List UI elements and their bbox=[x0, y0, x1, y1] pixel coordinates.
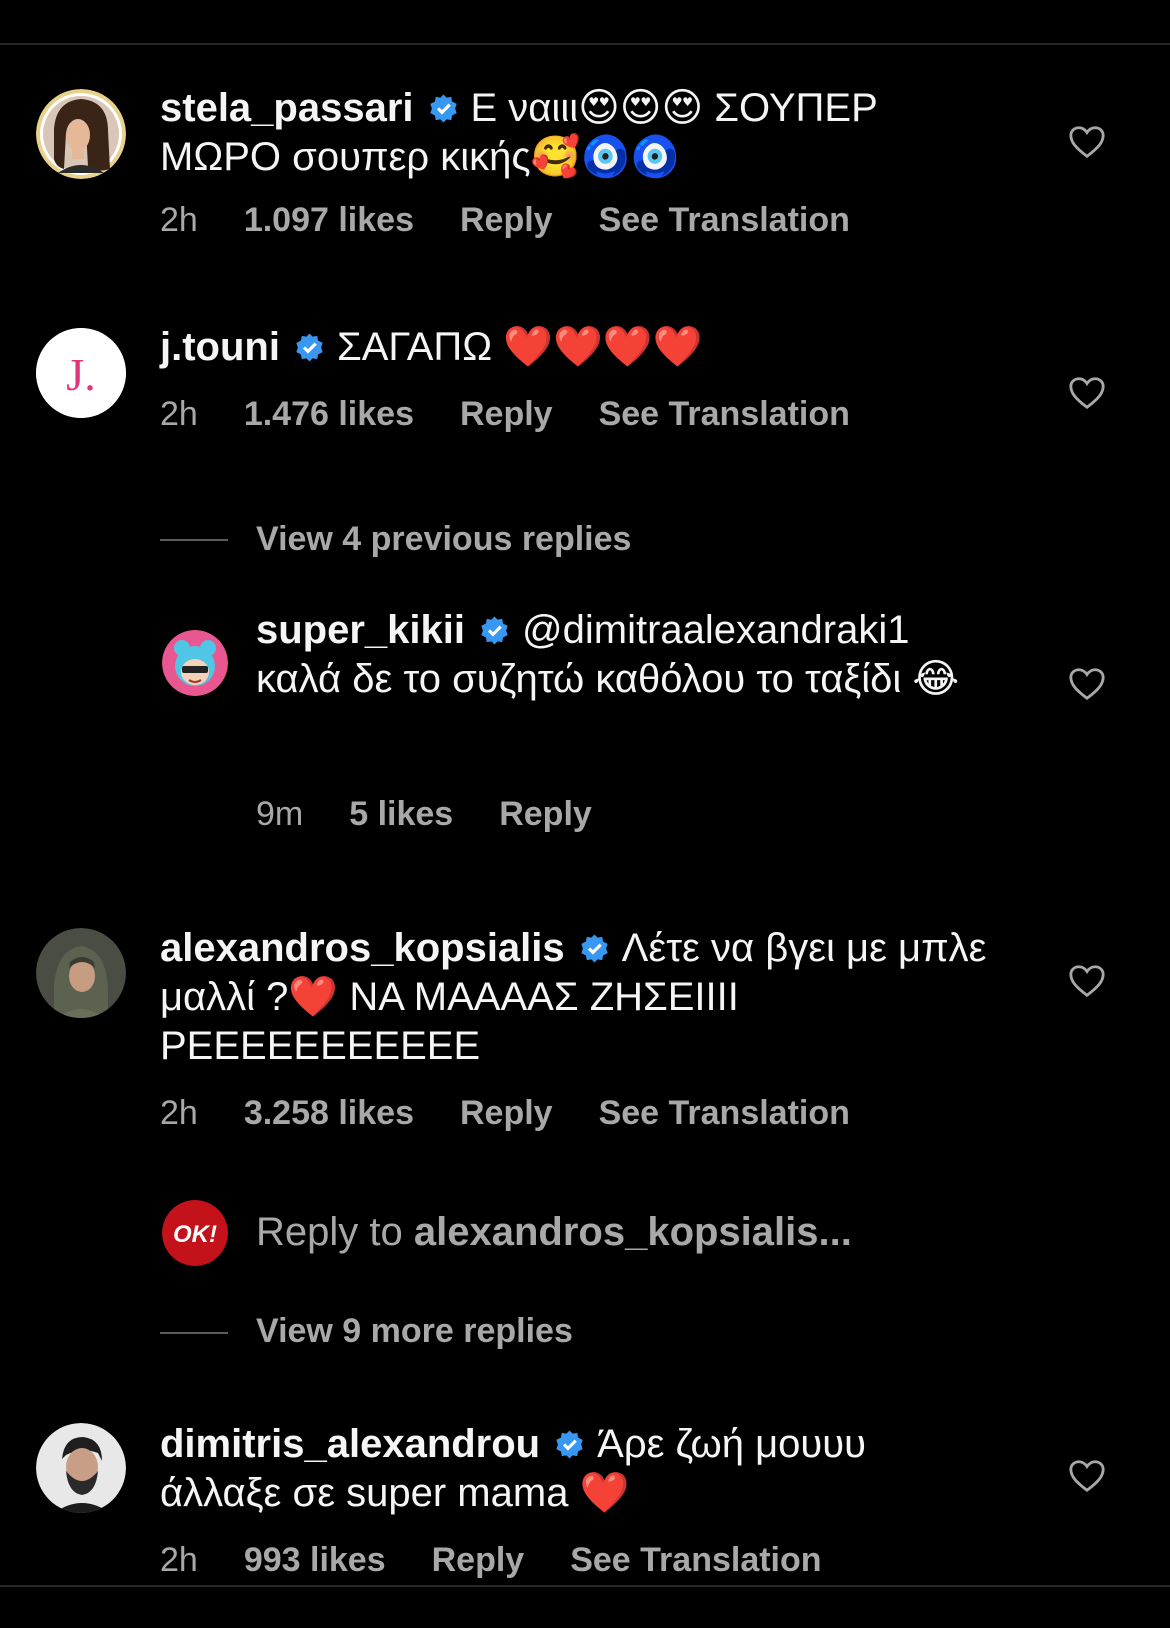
replies-divider-line bbox=[160, 1332, 228, 1334]
woman-portrait-avatar-icon bbox=[36, 89, 126, 179]
comment-time: 2h bbox=[160, 1094, 198, 1132]
reply-button[interactable]: Reply bbox=[460, 1094, 553, 1132]
comment-username[interactable]: alexandros_kopsialis bbox=[160, 926, 565, 970]
see-translation-button[interactable]: See Translation bbox=[599, 201, 850, 239]
comment-username[interactable]: stela_passari bbox=[160, 86, 414, 130]
reply-button[interactable]: Reply bbox=[432, 1541, 525, 1579]
like-heart-icon[interactable] bbox=[1068, 124, 1106, 160]
man-hoodie-avatar-icon bbox=[36, 928, 126, 1018]
likes-count[interactable]: 1.476 likes bbox=[244, 395, 414, 433]
like-heart-icon[interactable] bbox=[1068, 1458, 1106, 1494]
cartoon-girl-avatar-icon bbox=[162, 630, 228, 696]
like-heart-icon[interactable] bbox=[1068, 375, 1106, 411]
avatar-letter: J. bbox=[66, 349, 95, 400]
comment-body: stela_passari Ε ναιιι😍😍😍 ΣΟΥΠΕΡ ΜΩΡΟ σουπ… bbox=[160, 84, 990, 182]
see-translation-button[interactable]: See Translation bbox=[599, 395, 850, 433]
reply-button[interactable]: Reply bbox=[460, 201, 553, 239]
likes-count[interactable]: 993 likes bbox=[244, 1541, 386, 1579]
verified-badge-icon bbox=[554, 1429, 585, 1460]
comment-meta: 2h 1.097 likes Reply See Translation bbox=[160, 201, 896, 240]
comment-meta: 2h 3.258 likes Reply See Translation bbox=[160, 1094, 896, 1133]
bottom-divider bbox=[0, 1585, 1170, 1587]
avatar[interactable] bbox=[36, 89, 126, 179]
likes-count[interactable]: 1.097 likes bbox=[244, 201, 414, 239]
verified-badge-icon bbox=[428, 93, 459, 124]
like-heart-icon[interactable] bbox=[1068, 666, 1106, 702]
comment-body: j.touni ΣΑΓΑΠΩ ❤️❤️❤️❤️ bbox=[160, 323, 990, 372]
ok-logo-avatar-icon: OK! bbox=[162, 1200, 228, 1266]
j-logo-avatar-icon: J. bbox=[36, 328, 126, 418]
comment-time: 9m bbox=[256, 795, 304, 833]
comment-time: 2h bbox=[160, 201, 198, 239]
avatar[interactable] bbox=[36, 928, 126, 1018]
view-previous-replies-button[interactable]: View 4 previous replies bbox=[256, 520, 631, 559]
comment-time: 2h bbox=[160, 395, 198, 433]
avatar-letter: OK! bbox=[173, 1221, 217, 1248]
reply-button[interactable]: Reply bbox=[499, 795, 592, 833]
comment-meta: 9m 5 likes Reply bbox=[256, 795, 638, 834]
verified-badge-icon bbox=[579, 933, 610, 964]
ok-magazine-avatar: OK! bbox=[162, 1200, 228, 1266]
like-heart-icon[interactable] bbox=[1068, 963, 1106, 999]
avatar[interactable] bbox=[162, 630, 228, 696]
comment-text: ΣΑΓΑΠΩ ❤️❤️❤️❤️ bbox=[336, 325, 703, 369]
comment-username[interactable]: j.touni bbox=[160, 325, 280, 369]
comment-body: alexandros_kopsialis Λέτε να βγει με μπλε… bbox=[160, 924, 990, 1071]
reply-prompt-username: alexandros_kopsialis... bbox=[413, 1210, 852, 1254]
comment-meta: 2h 993 likes Reply See Translation bbox=[160, 1541, 868, 1580]
see-translation-button[interactable]: See Translation bbox=[599, 1094, 850, 1132]
verified-badge-icon bbox=[294, 332, 325, 363]
comment-body: dimitris_alexandrou Άρε ζωή μουυυ άλλαξε … bbox=[160, 1420, 990, 1518]
top-divider bbox=[0, 43, 1170, 45]
avatar[interactable] bbox=[36, 1423, 126, 1513]
likes-count[interactable]: 5 likes bbox=[349, 795, 453, 833]
avatar[interactable]: J. bbox=[36, 328, 126, 418]
comment-username[interactable]: super_kikii bbox=[256, 608, 465, 652]
reply-to-input[interactable]: Reply to alexandros_kopsialis... bbox=[256, 1210, 852, 1255]
comment-username[interactable]: dimitris_alexandrou bbox=[160, 1422, 540, 1466]
reply-prompt-prefix: Reply to bbox=[256, 1210, 414, 1254]
comment-meta: 2h 1.476 likes Reply See Translation bbox=[160, 395, 896, 434]
see-translation-button[interactable]: See Translation bbox=[570, 1541, 821, 1579]
view-more-replies-button[interactable]: View 9 more replies bbox=[256, 1312, 573, 1351]
likes-count[interactable]: 3.258 likes bbox=[244, 1094, 414, 1132]
bearded-man-avatar-icon bbox=[36, 1423, 126, 1513]
verified-badge-icon bbox=[479, 615, 510, 646]
reply-button[interactable]: Reply bbox=[460, 395, 553, 433]
comment-body: super_kikii @dimitraalexandraki1 καλά δε … bbox=[256, 606, 986, 704]
replies-divider-line bbox=[160, 539, 228, 541]
comment-time: 2h bbox=[160, 1541, 198, 1579]
